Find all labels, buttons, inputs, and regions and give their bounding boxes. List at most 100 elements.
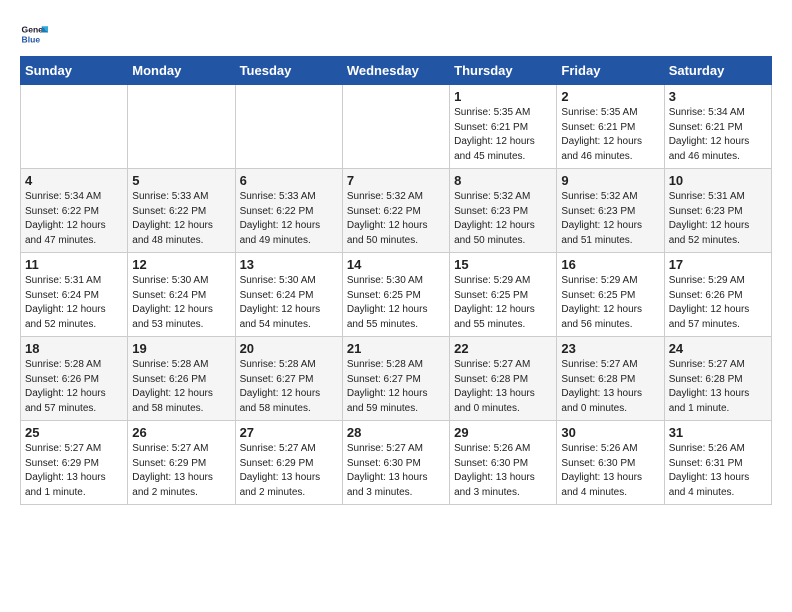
day-cell-20: 20 Sunrise: 5:28 AM Sunset: 6:27 PM Dayli… bbox=[235, 337, 342, 421]
day-number: 19 bbox=[132, 341, 230, 356]
day-number: 7 bbox=[347, 173, 445, 188]
day-info: Sunrise: 5:27 AM Sunset: 6:28 PM Dayligh… bbox=[561, 358, 659, 416]
empty-cell bbox=[21, 85, 128, 169]
week-row-1: 1 Sunrise: 5:35 AM Sunset: 6:21 PM Daylig… bbox=[21, 85, 772, 169]
empty-cell bbox=[128, 85, 235, 169]
day-cell-11: 11 Sunrise: 5:31 AM Sunset: 6:24 PM Dayli… bbox=[21, 253, 128, 337]
day-info: Sunrise: 5:33 AM Sunset: 6:22 PM Dayligh… bbox=[240, 190, 338, 248]
day-cell-19: 19 Sunrise: 5:28 AM Sunset: 6:26 PM Dayli… bbox=[128, 337, 235, 421]
day-info: Sunrise: 5:35 AM Sunset: 6:21 PM Dayligh… bbox=[561, 106, 659, 164]
day-info: Sunrise: 5:35 AM Sunset: 6:21 PM Dayligh… bbox=[454, 106, 552, 164]
day-info: Sunrise: 5:29 AM Sunset: 6:25 PM Dayligh… bbox=[454, 274, 552, 332]
day-cell-23: 23 Sunrise: 5:27 AM Sunset: 6:28 PM Dayli… bbox=[557, 337, 664, 421]
day-number: 18 bbox=[25, 341, 123, 356]
day-info: Sunrise: 5:33 AM Sunset: 6:22 PM Dayligh… bbox=[132, 190, 230, 248]
day-number: 31 bbox=[669, 425, 767, 440]
day-number: 10 bbox=[669, 173, 767, 188]
day-number: 6 bbox=[240, 173, 338, 188]
day-number: 22 bbox=[454, 341, 552, 356]
empty-cell bbox=[342, 85, 449, 169]
day-cell-21: 21Sunrise: 5:28 AM Sunset: 6:27 PM Dayli… bbox=[342, 337, 449, 421]
day-info: Sunrise: 5:28 AM Sunset: 6:27 PM Dayligh… bbox=[240, 358, 338, 416]
day-info: Sunrise: 5:27 AM Sunset: 6:29 PM Dayligh… bbox=[132, 442, 230, 500]
weekday-header-tuesday: Tuesday bbox=[235, 57, 342, 85]
day-number: 15 bbox=[454, 257, 552, 272]
day-info: Sunrise: 5:27 AM Sunset: 6:29 PM Dayligh… bbox=[240, 442, 338, 500]
day-number: 21 bbox=[347, 341, 445, 356]
day-number: 11 bbox=[25, 257, 123, 272]
day-cell-5: 5 Sunrise: 5:33 AM Sunset: 6:22 PM Daylig… bbox=[128, 169, 235, 253]
day-info: Sunrise: 5:26 AM Sunset: 6:31 PM Dayligh… bbox=[669, 442, 767, 500]
day-info: Sunrise: 5:30 AM Sunset: 6:24 PM Dayligh… bbox=[240, 274, 338, 332]
day-info: Sunrise: 5:32 AM Sunset: 6:23 PM Dayligh… bbox=[561, 190, 659, 248]
day-number: 8 bbox=[454, 173, 552, 188]
day-cell-6: 6 Sunrise: 5:33 AM Sunset: 6:22 PM Daylig… bbox=[235, 169, 342, 253]
day-cell-3: 3 Sunrise: 5:34 AM Sunset: 6:21 PM Daylig… bbox=[664, 85, 771, 169]
day-info: Sunrise: 5:28 AM Sunset: 6:26 PM Dayligh… bbox=[132, 358, 230, 416]
week-row-5: 25 Sunrise: 5:27 AM Sunset: 6:29 PM Dayli… bbox=[21, 421, 772, 505]
day-info: Sunrise: 5:34 AM Sunset: 6:22 PM Dayligh… bbox=[25, 190, 123, 248]
day-number: 9 bbox=[561, 173, 659, 188]
day-info: Sunrise: 5:32 AM Sunset: 6:23 PM Dayligh… bbox=[454, 190, 552, 248]
weekday-header-sunday: Sunday bbox=[21, 57, 128, 85]
day-cell-24: 24 Sunrise: 5:27 AM Sunset: 6:28 PM Dayli… bbox=[664, 337, 771, 421]
day-info: Sunrise: 5:28 AM Sunset: 6:26 PM Dayligh… bbox=[25, 358, 123, 416]
day-info: Sunrise: 5:29 AM Sunset: 6:25 PM Dayligh… bbox=[561, 274, 659, 332]
day-info: Sunrise: 5:31 AM Sunset: 6:23 PM Dayligh… bbox=[669, 190, 767, 248]
empty-cell bbox=[235, 85, 342, 169]
day-info: Sunrise: 5:27 AM Sunset: 6:28 PM Dayligh… bbox=[454, 358, 552, 416]
day-cell-4: 4Sunrise: 5:34 AM Sunset: 6:22 PM Daylig… bbox=[21, 169, 128, 253]
weekday-header-saturday: Saturday bbox=[664, 57, 771, 85]
day-info: Sunrise: 5:26 AM Sunset: 6:30 PM Dayligh… bbox=[561, 442, 659, 500]
day-number: 23 bbox=[561, 341, 659, 356]
day-number: 29 bbox=[454, 425, 552, 440]
weekday-header-monday: Monday bbox=[128, 57, 235, 85]
day-number: 17 bbox=[669, 257, 767, 272]
day-cell-9: 9 Sunrise: 5:32 AM Sunset: 6:23 PM Daylig… bbox=[557, 169, 664, 253]
logo-icon: General Blue bbox=[20, 20, 48, 48]
day-cell-15: 15 Sunrise: 5:29 AM Sunset: 6:25 PM Dayli… bbox=[450, 253, 557, 337]
weekday-header-row: SundayMondayTuesdayWednesdayThursdayFrid… bbox=[21, 57, 772, 85]
day-number: 3 bbox=[669, 89, 767, 104]
day-number: 5 bbox=[132, 173, 230, 188]
day-info: Sunrise: 5:27 AM Sunset: 6:28 PM Dayligh… bbox=[669, 358, 767, 416]
day-info: Sunrise: 5:31 AM Sunset: 6:24 PM Dayligh… bbox=[25, 274, 123, 332]
day-number: 24 bbox=[669, 341, 767, 356]
day-number: 13 bbox=[240, 257, 338, 272]
weekday-header-thursday: Thursday bbox=[450, 57, 557, 85]
day-cell-12: 12 Sunrise: 5:30 AM Sunset: 6:24 PM Dayli… bbox=[128, 253, 235, 337]
day-cell-28: 28Sunrise: 5:27 AM Sunset: 6:30 PM Dayli… bbox=[342, 421, 449, 505]
day-info: Sunrise: 5:27 AM Sunset: 6:30 PM Dayligh… bbox=[347, 442, 445, 500]
svg-text:Blue: Blue bbox=[22, 35, 41, 45]
day-cell-13: 13 Sunrise: 5:30 AM Sunset: 6:24 PM Dayli… bbox=[235, 253, 342, 337]
day-info: Sunrise: 5:30 AM Sunset: 6:24 PM Dayligh… bbox=[132, 274, 230, 332]
day-info: Sunrise: 5:27 AM Sunset: 6:29 PM Dayligh… bbox=[25, 442, 123, 500]
day-cell-7: 7 Sunrise: 5:32 AM Sunset: 6:22 PM Daylig… bbox=[342, 169, 449, 253]
day-cell-10: 10 Sunrise: 5:31 AM Sunset: 6:23 PM Dayli… bbox=[664, 169, 771, 253]
day-number: 16 bbox=[561, 257, 659, 272]
day-cell-27: 27 Sunrise: 5:27 AM Sunset: 6:29 PM Dayli… bbox=[235, 421, 342, 505]
day-info: Sunrise: 5:26 AM Sunset: 6:30 PM Dayligh… bbox=[454, 442, 552, 500]
day-cell-22: 22 Sunrise: 5:27 AM Sunset: 6:28 PM Dayli… bbox=[450, 337, 557, 421]
day-cell-29: 29 Sunrise: 5:26 AM Sunset: 6:30 PM Dayli… bbox=[450, 421, 557, 505]
day-cell-8: 8 Sunrise: 5:32 AM Sunset: 6:23 PM Daylig… bbox=[450, 169, 557, 253]
day-number: 30 bbox=[561, 425, 659, 440]
day-cell-26: 26Sunrise: 5:27 AM Sunset: 6:29 PM Dayli… bbox=[128, 421, 235, 505]
day-number: 14 bbox=[347, 257, 445, 272]
calendar-table: SundayMondayTuesdayWednesdayThursdayFrid… bbox=[20, 56, 772, 505]
header: General Blue bbox=[20, 20, 772, 48]
day-info: Sunrise: 5:30 AM Sunset: 6:25 PM Dayligh… bbox=[347, 274, 445, 332]
day-cell-30: 30 Sunrise: 5:26 AM Sunset: 6:30 PM Dayli… bbox=[557, 421, 664, 505]
day-cell-14: 14 Sunrise: 5:30 AM Sunset: 6:25 PM Dayli… bbox=[342, 253, 449, 337]
day-info: Sunrise: 5:34 AM Sunset: 6:21 PM Dayligh… bbox=[669, 106, 767, 164]
day-info: Sunrise: 5:32 AM Sunset: 6:22 PM Dayligh… bbox=[347, 190, 445, 248]
day-cell-18: 18 Sunrise: 5:28 AM Sunset: 6:26 PM Dayli… bbox=[21, 337, 128, 421]
day-cell-16: 16 Sunrise: 5:29 AM Sunset: 6:25 PM Dayli… bbox=[557, 253, 664, 337]
day-number: 1 bbox=[454, 89, 552, 104]
day-number: 27 bbox=[240, 425, 338, 440]
day-number: 12 bbox=[132, 257, 230, 272]
calendar-page: General Blue SundayMondayTuesdayWednesda… bbox=[0, 0, 792, 515]
day-info: Sunrise: 5:29 AM Sunset: 6:26 PM Dayligh… bbox=[669, 274, 767, 332]
day-number: 20 bbox=[240, 341, 338, 356]
day-number: 25 bbox=[25, 425, 123, 440]
